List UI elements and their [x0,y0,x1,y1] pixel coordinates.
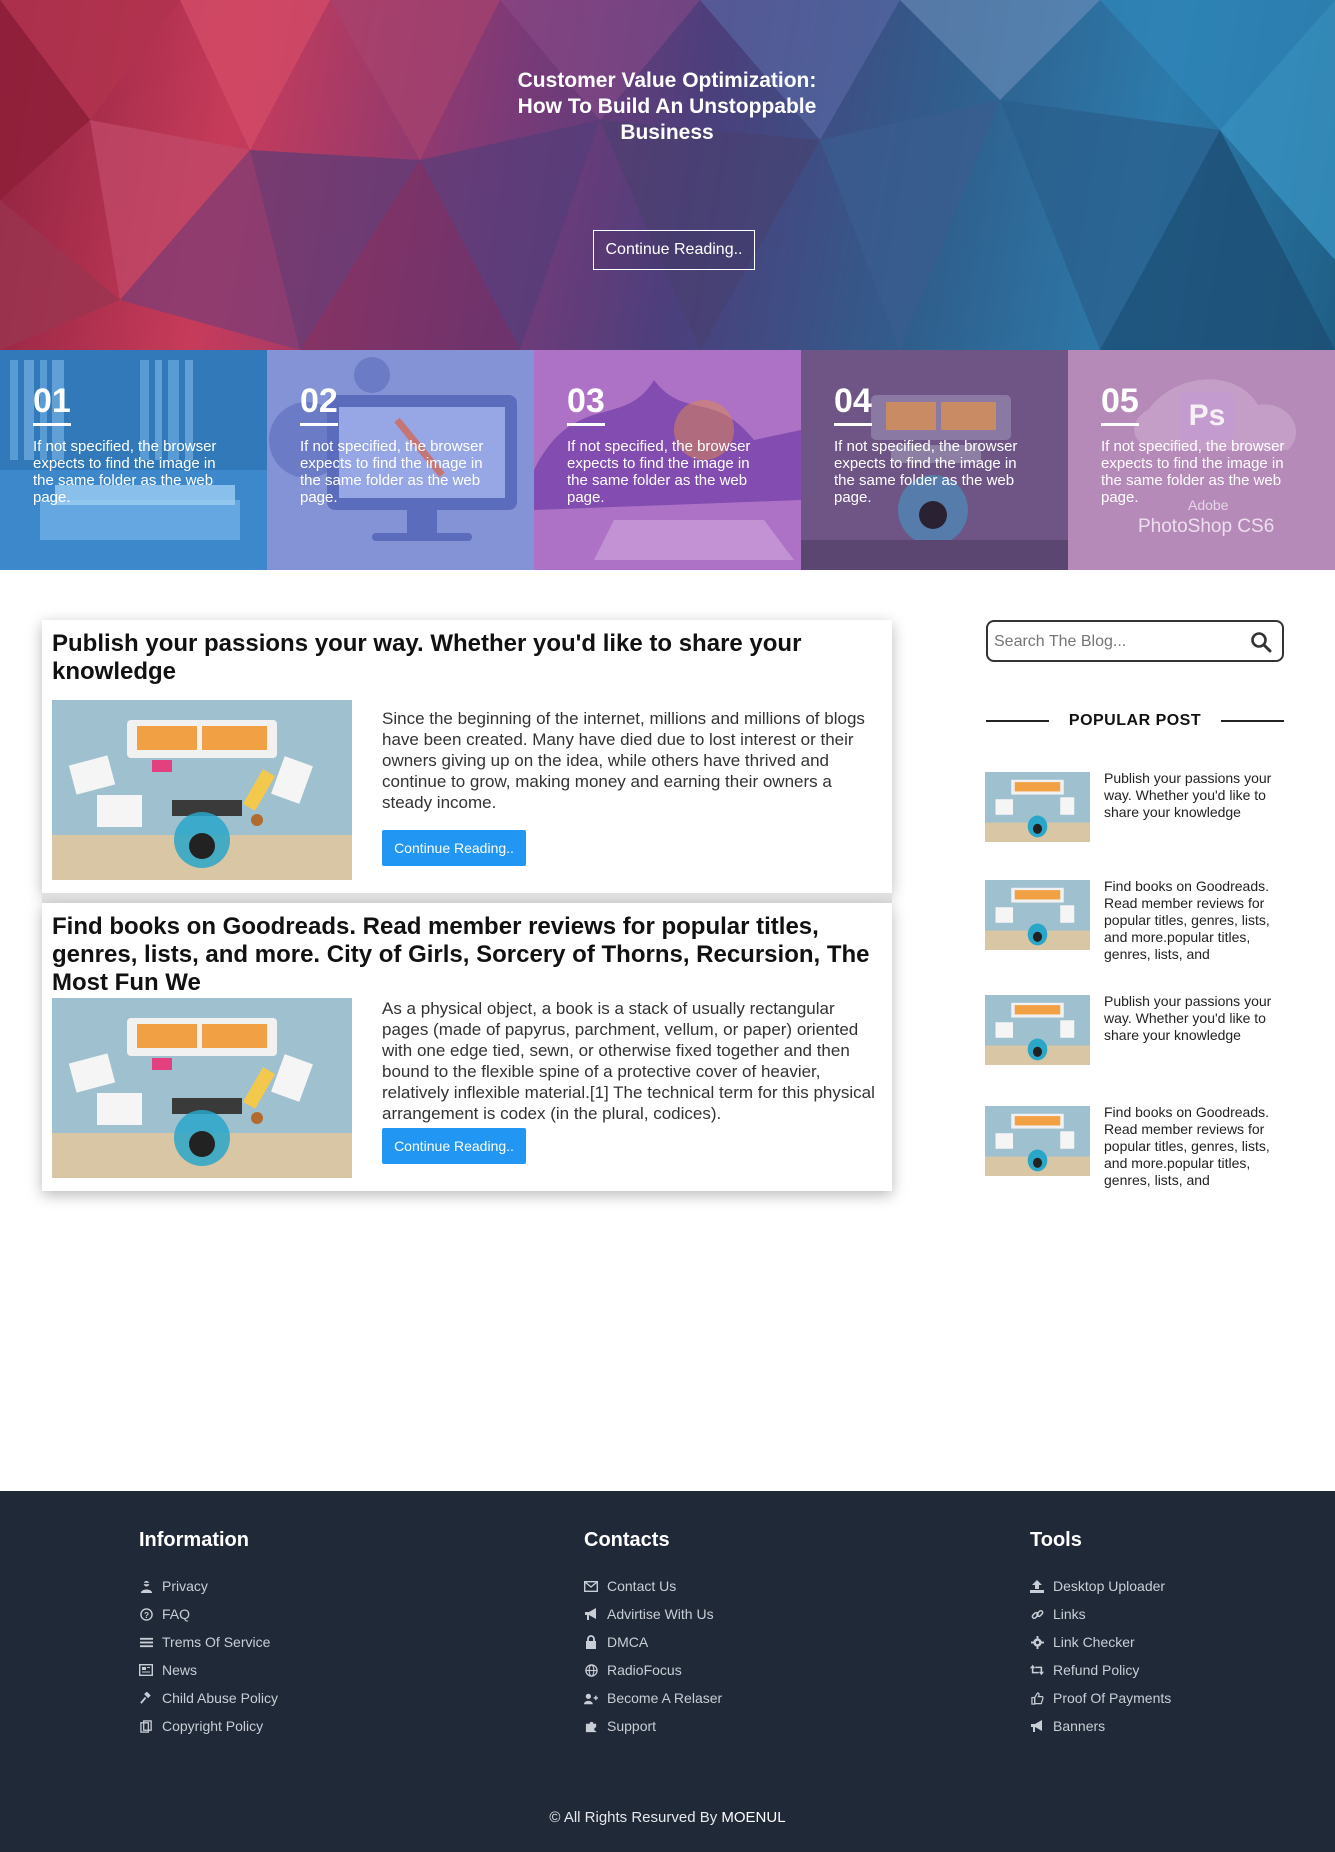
gavel-icon [139,1691,153,1705]
copyright-owner-link[interactable]: MOENUL [721,1809,785,1826]
gear-icon [1030,1635,1044,1649]
popular-post-title[interactable]: Find books on Goodreads. Read member rev… [1104,878,1284,963]
post-excerpt: Since the beginning of the internet, mil… [382,709,865,812]
tile-text: If not specified, the browser expects to… [33,438,217,506]
footer-link-faq[interactable]: ? FAQ [139,1600,439,1628]
envelope-icon [584,1579,598,1593]
popular-post-item[interactable]: Publish your passions your way. Whether … [985,993,1285,1085]
tile-number: 02 [300,382,338,426]
question-circle-icon: ? [139,1607,153,1621]
tile-number: 03 [567,382,605,426]
hero-title: Customer Value Optimization: How To Buil… [517,69,817,144]
post-divider [42,893,892,903]
tile-number: 04 [834,382,872,426]
popular-post-item[interactable]: Find books on Goodreads. Read member rev… [985,878,1285,970]
popular-post-thumbnail[interactable] [985,880,1090,950]
footer-link-child-abuse-policy[interactable]: Child Abuse Policy [139,1684,439,1712]
feature-tile-2[interactable]: 02 If not specified, the browser expects… [267,350,534,570]
post-thumbnail[interactable] [52,700,352,880]
user-plus-icon [584,1691,598,1705]
footer-link-radiofocus[interactable]: RadioFocus [584,1656,884,1684]
heading-rule-right [1221,720,1285,722]
globe-icon [584,1663,598,1677]
footer-link-support[interactable]: Support [584,1712,884,1740]
footer-link-link-checker[interactable]: Link Checker [1030,1628,1330,1656]
tile-text: If not specified, the browser expects to… [1101,438,1285,506]
footer-column-tools: Tools Desktop Uploader Links Link Checke… [1030,1529,1330,1740]
footer-link-become-relaser[interactable]: Become A Relaser [584,1684,884,1712]
bars-icon [139,1635,153,1649]
photoshop-label: PhotoShop CS6 [1138,516,1275,537]
search-box [986,620,1284,662]
hero-banner: Customer Value Optimization: How To Buil… [0,0,1335,350]
user-secret-icon [139,1579,153,1593]
newspaper-icon [139,1663,153,1677]
blog-post-2: Find books on Goodreads. Read member rev… [42,903,892,1191]
popular-post-heading: POPULAR POST [986,710,1285,732]
footer-heading: Contacts [584,1529,670,1551]
footer-link-contact-us[interactable]: Contact Us [584,1572,884,1600]
feature-tile-3[interactable]: 03 If not specified, the browser expects… [534,350,801,570]
lock-icon [584,1635,598,1649]
footer-link-privacy[interactable]: Privacy [139,1572,439,1600]
bullhorn-icon [1030,1719,1044,1733]
blog-post-1: Publish your passions your way. Whether … [42,620,892,893]
tile-text: If not specified, the browser expects to… [300,438,484,506]
thumbs-up-icon [1030,1691,1044,1705]
footer-link-terms[interactable]: Trems Of Service [139,1628,439,1656]
search-input[interactable] [994,630,1234,654]
footer-link-desktop-uploader[interactable]: Desktop Uploader [1030,1572,1330,1600]
feature-tile-1[interactable]: 01 If not specified, the browser expects… [0,350,267,570]
feature-tile-5[interactable]: Ps Adobe PhotoShop CS6 05 If not specifi… [1068,350,1335,570]
photoshop-logo: Ps [1180,392,1234,440]
footer-link-proof-of-payments[interactable]: Proof Of Payments [1030,1684,1330,1712]
popular-post-item[interactable]: Find books on Goodreads. Read member rev… [985,1104,1285,1196]
footer-heading: Tools [1030,1529,1082,1551]
footer-link-dmca[interactable]: DMCA [584,1628,884,1656]
heading-rule-left [986,720,1049,722]
popular-post-thumbnail[interactable] [985,1106,1090,1176]
post-thumbnail[interactable] [52,998,352,1178]
tile-number: 05 [1101,382,1139,426]
post-title[interactable]: Find books on Goodreads. Read member rev… [52,913,872,997]
footer-heading: Information [139,1529,249,1551]
popular-post-title[interactable]: Find books on Goodreads. Read member rev… [1104,1104,1284,1189]
footer-link-advertise[interactable]: Advirtise With Us [584,1600,884,1628]
footer-link-links[interactable]: Links [1030,1600,1330,1628]
tile-text: If not specified, the browser expects to… [567,438,751,506]
hero-continue-button[interactable]: Continue Reading.. [593,230,755,270]
popular-post-thumbnail[interactable] [985,995,1090,1065]
polygon-background [0,0,1335,350]
copyright-notice: © All Rights Resurved By MOENUL [0,1809,1335,1826]
feature-tiles: 01 If not specified, the browser expects… [0,350,1335,570]
popular-post-title[interactable]: Publish your passions your way. Whether … [1104,993,1284,1044]
link-icon [1030,1607,1044,1621]
post-continue-button[interactable]: Continue Reading.. [382,830,526,866]
copyright-text: © All Rights Resurved By [549,1809,718,1826]
post-continue-button[interactable]: Continue Reading.. [382,1128,526,1164]
footer-column-contacts: Contacts Contact Us Advirtise With Us DM… [584,1529,884,1740]
popular-post-item[interactable]: Publish your passions your way. Whether … [985,770,1285,862]
tile-number: 01 [33,382,71,426]
retweet-icon [1030,1663,1044,1677]
popular-post-title[interactable]: Publish your passions your way. Whether … [1104,770,1284,821]
svg-text:?: ? [143,1609,148,1619]
upload-icon [1030,1579,1044,1593]
puzzle-icon [584,1719,598,1733]
copy-icon [139,1719,153,1733]
footer-link-banners[interactable]: Banners [1030,1712,1330,1740]
feature-tile-4[interactable]: 04 If not specified, the browser expects… [801,350,1068,570]
post-excerpt: As a physical object, a book is a stack … [382,999,875,1123]
post-title[interactable]: Publish your passions your way. Whether … [52,630,872,686]
bullhorn-icon [584,1607,598,1621]
popular-post-thumbnail[interactable] [985,772,1090,842]
search-icon[interactable] [1250,631,1272,653]
popular-post-title: POPULAR POST [1068,712,1202,729]
footer-link-refund-policy[interactable]: Refund Policy [1030,1656,1330,1684]
footer-link-copyright-policy[interactable]: Copyright Policy [139,1712,439,1740]
footer-link-news[interactable]: News [139,1656,439,1684]
site-footer: Information Privacy ? FAQ Trems Of Servic… [0,1491,1335,1852]
footer-column-information: Information Privacy ? FAQ Trems Of Servic… [139,1529,439,1740]
tile-text: If not specified, the browser expects to… [834,438,1018,506]
